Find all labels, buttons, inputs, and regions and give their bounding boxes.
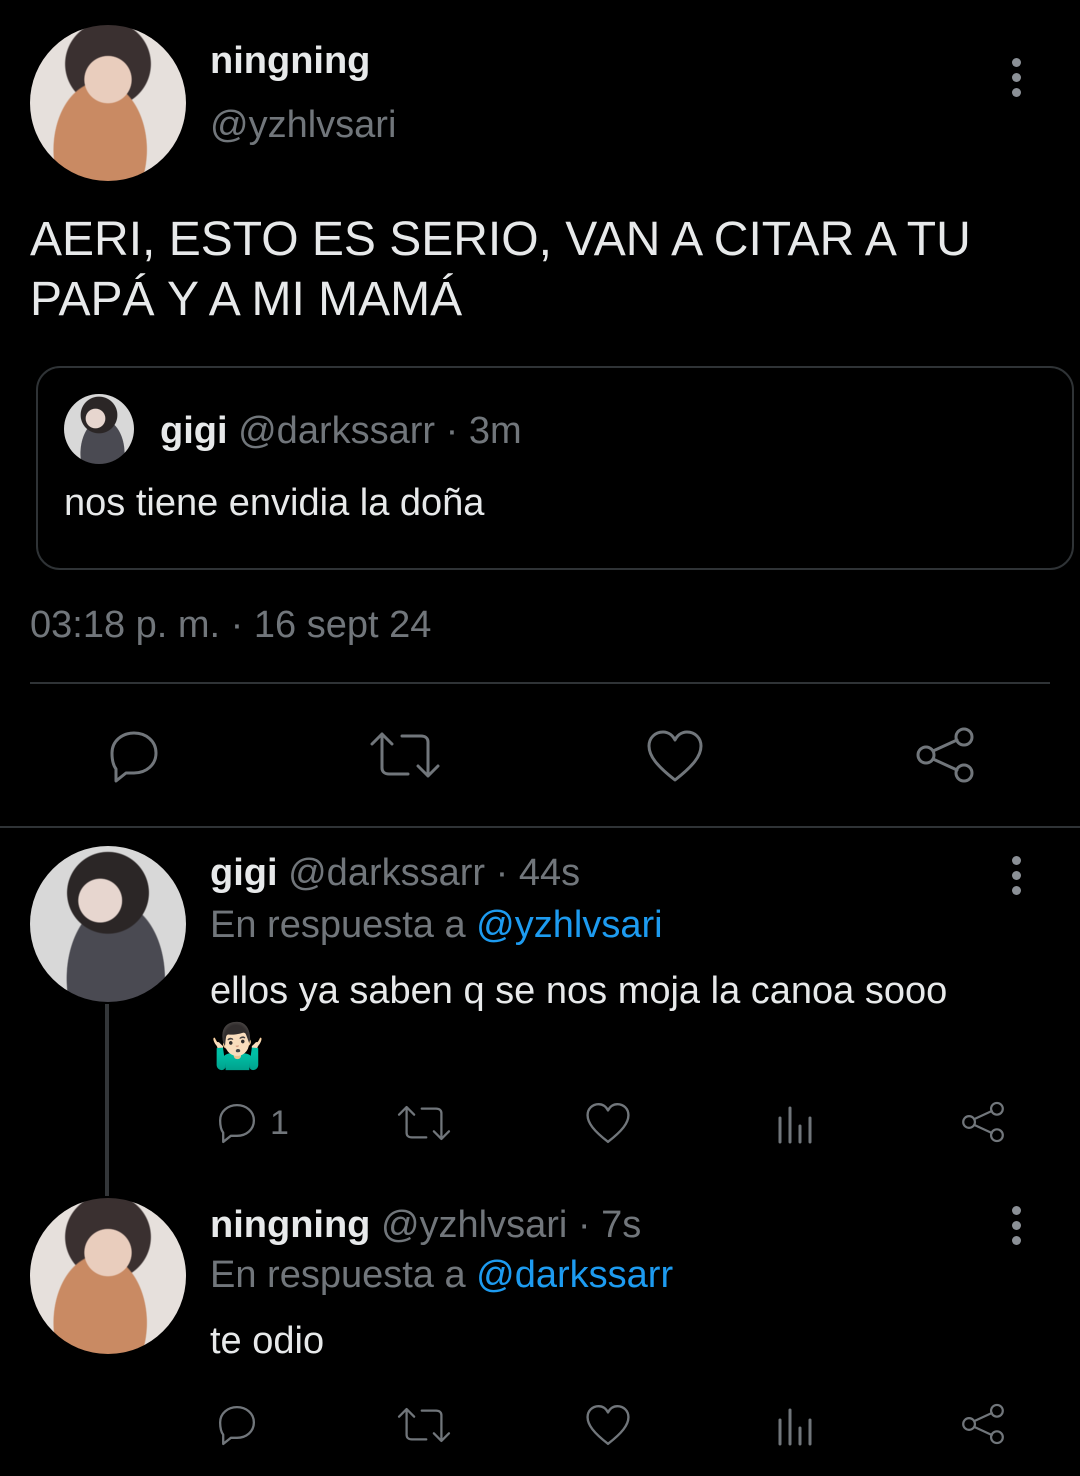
divider [30, 682, 1050, 684]
quote-avatar [64, 394, 134, 464]
more-options-icon[interactable] [1012, 856, 1021, 901]
quote-author-handle: @darkssarr [238, 410, 436, 452]
like-icon[interactable] [584, 1403, 632, 1447]
reply-author-name[interactable]: gigi [210, 852, 278, 894]
quoted-tweet[interactable]: gigi @darkssarr · 3m nos tiene envidia l… [36, 366, 1074, 570]
analytics-icon[interactable] [776, 1104, 816, 1144]
tweet-text-line1: AERI, ESTO ES SERIO, VAN A CITAR A TU [30, 213, 971, 266]
quote-author-name: gigi [160, 410, 228, 452]
reply-author-handle[interactable]: @darkssarr [288, 852, 485, 894]
reply-prefix: En respuesta a [210, 1254, 466, 1296]
reply-icon[interactable] [104, 727, 164, 783]
section-divider [0, 826, 1080, 828]
mention-link[interactable]: @yzhlvsari [476, 904, 662, 946]
reply-context: En respuesta a @yzhlvsari [210, 904, 663, 947]
share-icon[interactable] [960, 1100, 1006, 1144]
tweet-text-line2: PAPÁ Y A MI MAMÁ [30, 273, 463, 326]
reply-author-name[interactable]: ningning [210, 1204, 370, 1246]
tweet-timestamp[interactable]: 03:18 p. m. · 16 sept 24 [30, 604, 431, 647]
author-handle[interactable]: @yzhlvsari [210, 104, 396, 147]
reply-time: · 7s [577, 1204, 642, 1246]
reply-time: · 44s [495, 852, 581, 894]
like-icon[interactable] [584, 1101, 632, 1145]
thread-line [105, 1004, 109, 1196]
author-name[interactable]: ningning [210, 40, 370, 83]
more-options-icon[interactable] [1012, 1206, 1021, 1251]
share-icon[interactable] [914, 725, 976, 785]
avatar-ningning[interactable] [30, 25, 186, 181]
reply-text: te odio [210, 1320, 325, 1362]
reply-context: En respuesta a @darkssarr [210, 1254, 673, 1297]
quote-header: gigi @darkssarr · 3m [160, 410, 522, 453]
reply-text: ellos ya saben q se nos moja la canoa so… [210, 970, 948, 1012]
like-icon[interactable] [645, 728, 705, 784]
reply-header: ningning @yzhlvsari · 7s [210, 1204, 641, 1247]
retweet-icon[interactable] [368, 730, 442, 780]
shrug-emoji: 🤷🏻‍♂️ [210, 1022, 265, 1071]
tweet-text: AERI, ESTO ES SERIO, VAN A CITAR A TU PA… [30, 210, 971, 330]
share-icon[interactable] [960, 1402, 1006, 1446]
more-options-icon[interactable] [1012, 58, 1021, 103]
reply-prefix: En respuesta a [210, 904, 466, 946]
reply-avatar[interactable] [30, 846, 186, 1002]
reply-author-handle[interactable]: @yzhlvsari [381, 1204, 567, 1246]
mention-link[interactable]: @darkssarr [476, 1254, 673, 1296]
quote-text: nos tiene envidia la doña [64, 482, 485, 524]
retweet-icon[interactable] [396, 1406, 452, 1444]
quote-time: · 3m [445, 410, 522, 452]
reply-header: gigi @darkssarr · 44s [210, 852, 580, 895]
analytics-icon[interactable] [776, 1406, 816, 1446]
reply-count: 1 [270, 1104, 289, 1142]
retweet-icon[interactable] [396, 1104, 452, 1142]
reply-avatar[interactable] [30, 1198, 186, 1354]
reply-icon[interactable] [214, 1100, 260, 1144]
reply-icon[interactable] [214, 1402, 260, 1446]
